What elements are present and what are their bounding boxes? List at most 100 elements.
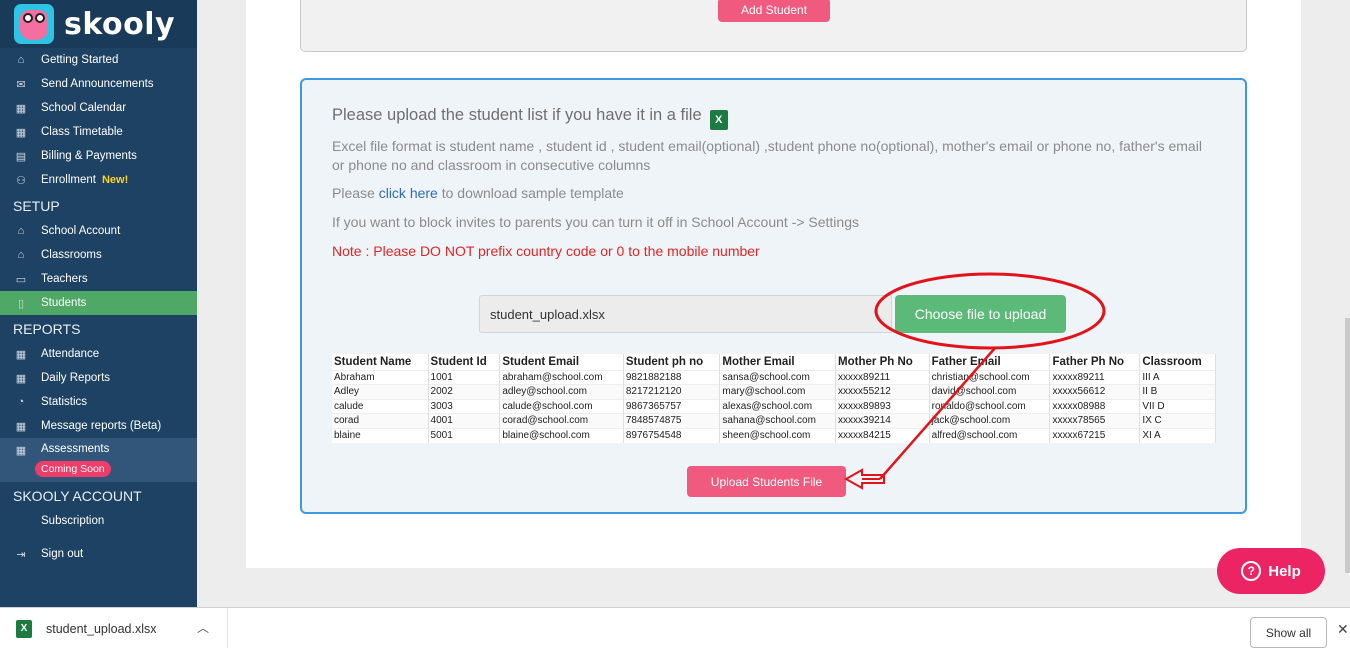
coming-soon-badge: Coming Soon — [35, 461, 111, 477]
sidebar-item-attendance[interactable]: ▦ Attendance — [0, 342, 197, 366]
sidebar-item-subscription[interactable]: Subscription — [0, 509, 197, 533]
sidebar-item-billing-payments[interactable]: ▤ Billing & Payments — [0, 144, 197, 168]
nav-main: ⌂ Getting Started ✉ Send Announcements ▦ Scho… — [0, 48, 197, 192]
new-badge: New! — [101, 174, 129, 186]
table-cell: xxxxx84215 — [835, 427, 930, 443]
table-cell: sheen@school.com — [719, 427, 837, 443]
table-cell: xxxxx56612 — [1049, 384, 1141, 399]
sidebar-item-send-announcements[interactable]: ✉ Send Announcements — [0, 72, 197, 96]
table-header-row: Student Name Student Id Student Email Stude… — [332, 354, 1216, 370]
excel-icon: X — [709, 110, 728, 130]
attendance-icon: ▦ — [15, 348, 27, 361]
table-row: corad 4001 corad@school.com 7848574875 sahan… — [332, 413, 1216, 428]
teachers-icon: ▭ — [15, 273, 27, 286]
upload-heading: Please upload the student list if you ha… — [332, 106, 728, 130]
table-cell: xxxxx67215 — [1049, 427, 1141, 443]
classrooms-icon: ⌂ — [17, 249, 25, 261]
download-item[interactable]: X student_upload.xlsx ︿ — [0, 608, 228, 648]
close-icon[interactable]: ✕ — [1337, 621, 1349, 638]
table-cell: Abraham — [332, 369, 429, 385]
download-file-name: student_upload.xlsx — [46, 621, 157, 636]
file-name-field[interactable]: student_upload.xlsx — [479, 295, 892, 333]
column-header: Student ph no — [623, 354, 721, 370]
chevron-up-icon[interactable]: ︿ — [197, 619, 209, 636]
excel-file-icon: X — [16, 619, 32, 638]
upload-card: Please upload the student list if you ha… — [300, 78, 1247, 514]
section-setup: SETUP — [13, 197, 60, 214]
table-cell: david@school.com — [929, 384, 1051, 399]
table-cell: blaine — [332, 427, 429, 443]
download-template-link[interactable]: click here — [379, 185, 438, 201]
sidebar-item-label: Teachers — [41, 273, 88, 285]
table-cell: sahana@school.com — [719, 413, 837, 428]
getting-started-icon: ⌂ — [17, 54, 25, 66]
sidebar-item-statistics[interactable]: ◔ Statistics — [0, 390, 197, 414]
sample-table: Student Name Student Id Student Email Stude… — [332, 354, 1216, 443]
sidebar-item-assessments[interactable]: ▦ Assessments Coming Soon — [0, 438, 197, 482]
column-header: Father Ph No — [1049, 354, 1141, 370]
table-cell: 1001 — [428, 369, 501, 385]
school-account-icon: ⌂ — [17, 225, 25, 237]
nav-reports: ▦ Attendance ▦ Daily Reports ◔ Statistics ▦ Mes… — [0, 342, 197, 482]
upload-students-file-button[interactable]: Upload Students File — [687, 466, 846, 497]
sidebar-item-sign-out[interactable]: ⇥ Sign out — [0, 542, 197, 566]
table-row: calude 3003 calude@school.com 9867365757 ale… — [332, 398, 1216, 414]
table-cell: II B — [1139, 384, 1216, 399]
sidebar-item-classrooms[interactable]: ⌂ Classrooms — [0, 243, 197, 267]
sidebar-item-students[interactable]: ▯ Students — [0, 291, 197, 315]
table-cell: jack@school.com — [929, 413, 1051, 428]
table-cell: xxxxx08988 — [1049, 398, 1141, 414]
table-row: Abraham 1001 abraham@school.com 9821882188 s… — [332, 369, 1216, 385]
sidebar-item-label: Send Announcements — [41, 78, 154, 90]
help-button[interactable]: ? Help — [1217, 548, 1325, 594]
table-cell: alfred@school.com — [929, 427, 1051, 443]
owl-logo-icon — [14, 4, 54, 44]
sidebar-item-teachers[interactable]: ▭ Teachers — [0, 267, 197, 291]
table-cell: adley@school.com — [499, 384, 624, 399]
brand-name: skooly — [64, 6, 176, 42]
column-header: Mother Email — [719, 354, 837, 370]
table-cell: christian@school.com — [929, 369, 1051, 385]
scrollbar-thumb[interactable] — [1345, 318, 1350, 573]
school-calendar-icon: ▦ — [15, 102, 27, 115]
table-cell: abraham@school.com — [499, 369, 624, 385]
sidebar-item-daily-reports[interactable]: ▦ Daily Reports — [0, 366, 197, 390]
table-cell: 8976754548 — [623, 427, 721, 443]
sidebar-item-message-reports-beta[interactable]: ▦ Message reports (Beta) — [0, 414, 197, 438]
question-icon: ? — [1241, 561, 1262, 581]
brand[interactable]: skooly — [0, 0, 197, 48]
column-header: Classroom — [1139, 354, 1216, 370]
sidebar-item-school-calendar[interactable]: ▦ School Calendar — [0, 96, 197, 120]
table-cell: III A — [1139, 369, 1216, 385]
table-cell: mary@school.com — [719, 384, 837, 399]
sidebar-item-label: Message reports (Beta) — [41, 420, 162, 432]
sidebar-item-getting-started[interactable]: ⌂ Getting Started — [0, 48, 197, 72]
sidebar-item-label: Assessments — [41, 443, 110, 455]
table-cell: xxxxx89211 — [835, 369, 930, 385]
table-cell: sansa@school.com — [719, 369, 837, 385]
table-cell: ronaldo@school.com — [929, 398, 1051, 414]
sidebar-item-label: Attendance — [41, 348, 100, 360]
sidebar-item-school-account[interactable]: ⌂ School Account — [0, 219, 197, 243]
sidebar-item-class-timetable[interactable]: ▦ Class Timetable — [0, 120, 197, 144]
assessments-icon: ▦ — [15, 444, 27, 457]
statistics-icon: ◔ — [17, 396, 25, 408]
sidebar-item-label: School Calendar — [41, 102, 127, 114]
add-student-card: Add Student — [300, 0, 1247, 52]
table-cell: corad@school.com — [499, 413, 624, 428]
sidebar-item-enrollment[interactable]: ⚇ Enrollment New! — [0, 168, 197, 192]
sidebar: skooly ⌂ Getting Started ✉ Send Announcemen… — [0, 0, 197, 607]
column-header: Student Name — [332, 354, 429, 370]
subscription-icon — [14, 514, 28, 528]
table-cell: blaine@school.com — [499, 427, 624, 443]
sidebar-item-label: Getting Started — [41, 54, 119, 66]
show-all-button[interactable]: Show all — [1250, 617, 1327, 648]
column-header: Father Email — [929, 354, 1051, 370]
choose-file-button[interactable]: Choose file to upload — [895, 295, 1066, 333]
send-announcements-icon: ✉ — [16, 78, 26, 91]
sidebar-item-label: Classrooms — [41, 249, 102, 261]
sidebar-item-label: Class Timetable — [41, 126, 123, 138]
enrollment-icon: ⚇ — [16, 174, 26, 187]
table-cell: IX C — [1139, 413, 1216, 428]
add-student-button[interactable]: Add Student — [718, 0, 830, 22]
